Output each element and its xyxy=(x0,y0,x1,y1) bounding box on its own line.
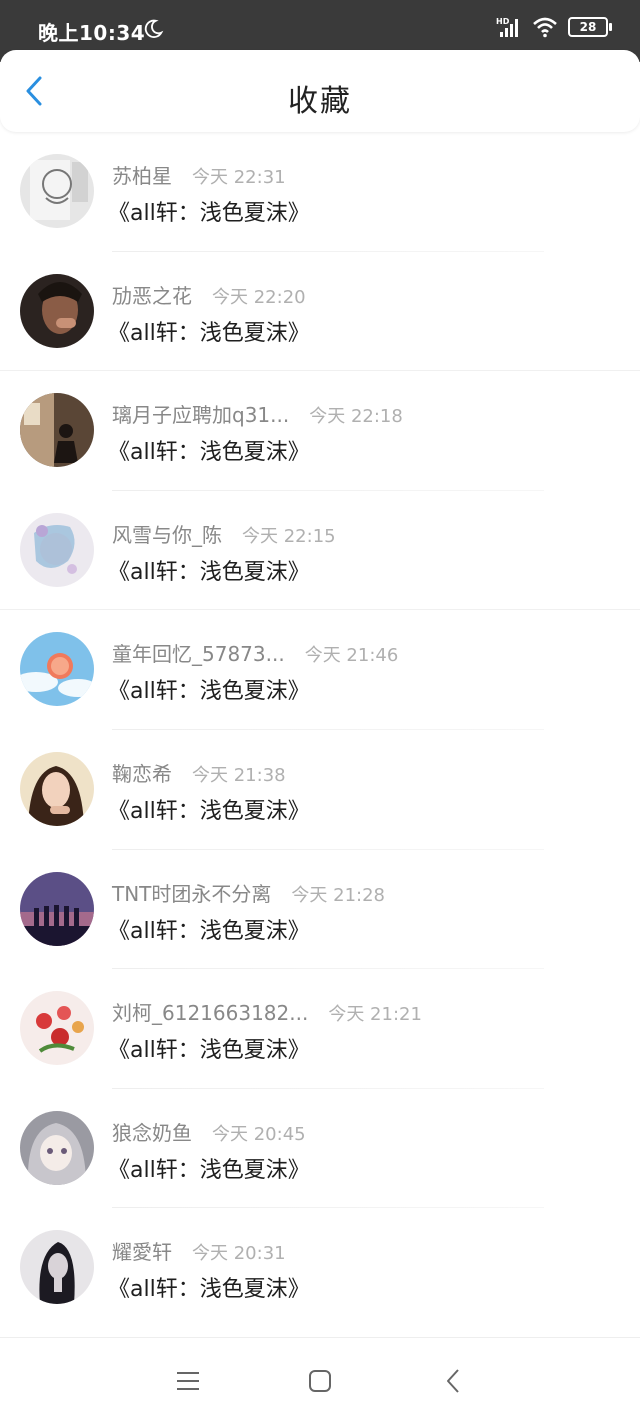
username[interactable]: 刘柯_6121663182... xyxy=(112,997,308,1026)
list-item[interactable]: TNT时团永不分离 今天 21:28 《all轩：浅色夏沫》 xyxy=(0,850,640,970)
username[interactable]: 劢恶之花 xyxy=(112,280,192,309)
system-nav-bar xyxy=(0,1337,640,1423)
page-title: 收藏 xyxy=(288,84,352,119)
username[interactable]: 狼念奶鱼 xyxy=(112,1117,192,1146)
signal-icon: HD xyxy=(496,17,518,37)
book-title[interactable]: 《all轩：浅色夏沫》 xyxy=(108,315,310,347)
item-meta: TNT时团永不分离 今天 21:28 xyxy=(112,878,385,907)
timestamp: 今天 22:31 xyxy=(192,167,286,188)
avatar[interactable] xyxy=(20,273,94,348)
status-icons: HD 28 xyxy=(496,16,612,38)
username[interactable]: 鞠恋希 xyxy=(112,758,172,787)
timestamp: 今天 21:46 xyxy=(304,645,399,667)
book-title[interactable]: 《all轩：浅色夏沫》 xyxy=(108,913,310,945)
list-item[interactable]: 狼念奶鱼 今天 20:45 《all轩：浅色夏沫》 xyxy=(0,1089,640,1209)
list-item[interactable]: 鞠恋希 今天 21:38 《all轩：浅色夏沫》 xyxy=(0,730,640,850)
item-meta: 童年回忆_57873... 今天 21:46 xyxy=(112,638,398,667)
back-arrow-icon[interactable] xyxy=(441,1368,467,1394)
book-title[interactable]: 《all轩：浅色夏沫》 xyxy=(108,1152,310,1184)
book-title[interactable]: 《all轩：浅色夏沫》 xyxy=(108,793,310,825)
item-meta: 劢恶之花 今天 22:20 xyxy=(112,280,306,309)
item-meta: 狼念奶鱼 今天 20:45 xyxy=(112,1117,306,1146)
book-title[interactable]: 《all轩：浅色夏沫》 xyxy=(108,195,310,227)
timestamp: 今天 20:45 xyxy=(212,1123,306,1145)
book-title[interactable]: 《all轩：浅色夏沫》 xyxy=(108,673,310,705)
item-meta: 璃月子应聘加q31... 今天 22:18 xyxy=(112,399,403,428)
book-title[interactable]: 《all轩：浅色夏沫》 xyxy=(108,1032,310,1064)
username[interactable]: 童年回忆_57873... xyxy=(112,638,285,667)
favorites-list: 苏柏星 今天 22:31 《all轩：浅色夏沫》 劢恶之花 今天 22:20 《… xyxy=(0,132,640,1328)
avatar[interactable] xyxy=(20,1110,94,1185)
book-title[interactable]: 《all轩：浅色夏沫》 xyxy=(108,1271,310,1303)
timestamp: 今天 21:28 xyxy=(291,884,386,906)
timestamp: 今天 22:18 xyxy=(309,406,403,428)
moon-icon xyxy=(144,19,164,38)
item-meta: 耀愛轩 今天 20:31 xyxy=(112,1236,286,1265)
timestamp: 今天 22:15 xyxy=(242,525,336,547)
avatar[interactable] xyxy=(20,393,94,468)
list-item[interactable]: 风雪与你_陈 今天 22:15 《all轩：浅色夏沫》 xyxy=(0,491,640,611)
avatar[interactable] xyxy=(20,871,94,946)
timestamp: 今天 20:31 xyxy=(192,1243,286,1265)
item-meta: 风雪与你_陈 今天 22:15 xyxy=(112,519,336,548)
username[interactable]: 耀愛轩 xyxy=(112,1236,172,1265)
header: 收藏 xyxy=(0,50,640,132)
username[interactable]: 风雪与你_陈 xyxy=(112,519,222,548)
timestamp: 今天 21:21 xyxy=(328,1004,422,1026)
svg-text:HD: HD xyxy=(496,17,510,26)
wifi-icon xyxy=(533,17,557,38)
square-icon[interactable] xyxy=(307,1368,333,1394)
avatar[interactable] xyxy=(20,154,94,228)
menu-icon[interactable] xyxy=(175,1368,201,1394)
book-title[interactable]: 《all轩：浅色夏沫》 xyxy=(108,554,310,586)
username[interactable]: 璃月子应聘加q31... xyxy=(112,399,289,428)
list-item[interactable]: 耀愛轩 今天 20:31 《all轩：浅色夏沫》 xyxy=(0,1208,640,1328)
avatar[interactable] xyxy=(20,751,94,826)
avatar[interactable] xyxy=(20,1230,94,1305)
list-item[interactable]: 刘柯_6121663182... 今天 21:21 《all轩：浅色夏沫》 xyxy=(0,969,640,1089)
username[interactable]: 苏柏星 xyxy=(112,160,172,189)
list-item[interactable]: 劢恶之花 今天 22:20 《all轩：浅色夏沫》 xyxy=(0,252,640,372)
status-time: 晚上10:34 xyxy=(38,21,146,45)
list-item[interactable]: 苏柏星 今天 22:31 《all轩：浅色夏沫》 xyxy=(0,132,640,252)
username[interactable]: TNT时团永不分离 xyxy=(112,878,271,907)
avatar[interactable] xyxy=(20,991,94,1066)
list-item[interactable]: 璃月子应聘加q31... 今天 22:18 《all轩：浅色夏沫》 xyxy=(0,371,640,491)
item-meta: 刘柯_6121663182... 今天 21:21 xyxy=(112,997,422,1026)
timestamp: 今天 22:20 xyxy=(212,286,306,308)
timestamp: 今天 21:38 xyxy=(192,764,286,786)
avatar[interactable] xyxy=(20,632,94,707)
book-title[interactable]: 《all轩：浅色夏沫》 xyxy=(108,434,310,466)
list-item[interactable]: 童年回忆_57873... 今天 21:46 《all轩：浅色夏沫》 xyxy=(0,610,640,730)
item-meta: 鞠恋希 今天 21:38 xyxy=(112,758,286,787)
item-meta: 苏柏星 今天 22:31 xyxy=(112,160,286,189)
avatar[interactable] xyxy=(20,512,94,587)
battery-indicator: 28 xyxy=(568,17,612,37)
